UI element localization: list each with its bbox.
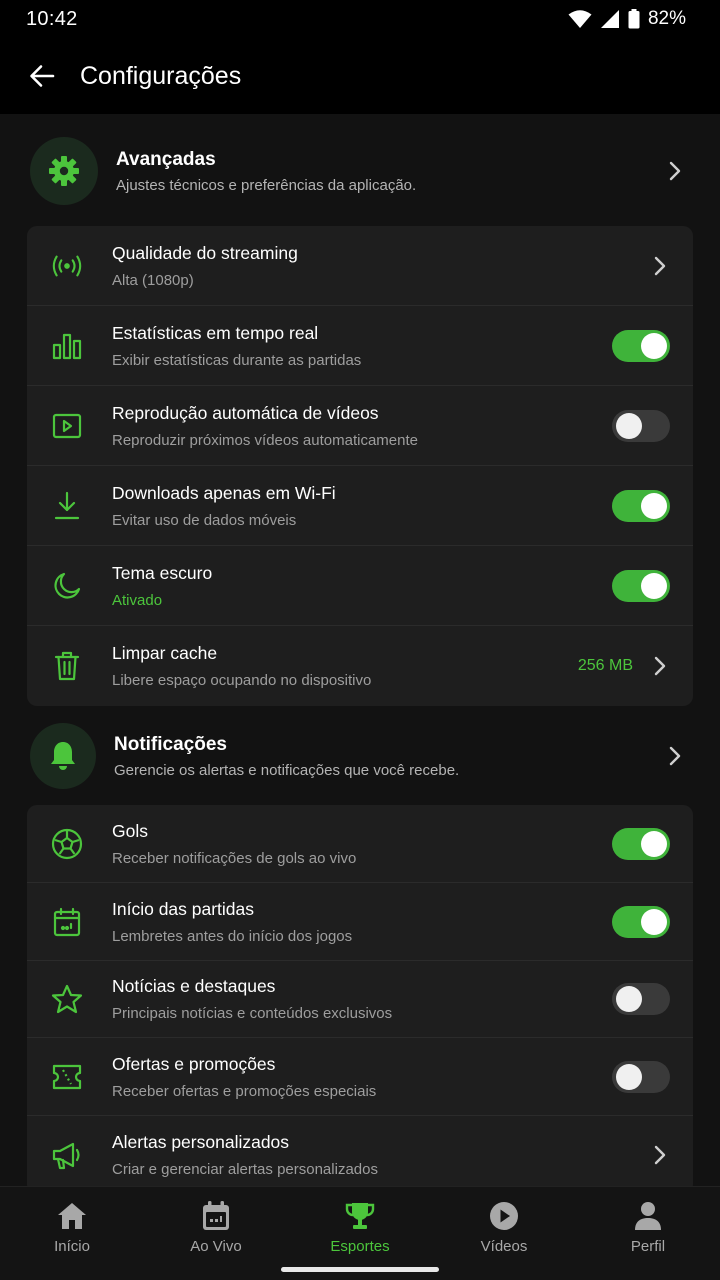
advanced-settings-card: Qualidade do streaming Alta (1080p) Esta… <box>27 226 693 706</box>
play-circle-icon <box>487 1199 521 1233</box>
row-subtitle: Evitar uso de dados móveis <box>112 511 297 529</box>
row-autoplay-videos[interactable]: Reprodução automática de vídeos Reproduz… <box>27 386 693 466</box>
status-icons: 82% <box>568 8 686 30</box>
ticket-icon <box>51 1061 83 1093</box>
section-notifications-subtitle: Gerencie os alertas e notificações que v… <box>114 761 460 779</box>
status-bar: 10:42 82% <box>0 0 720 38</box>
toggle-match-start[interactable] <box>612 905 670 938</box>
section-advanced-title: Avançadas <box>116 148 216 170</box>
row-match-start[interactable]: Início das partidas Lembretes antes do i… <box>27 883 693 961</box>
nav-home[interactable]: Início <box>0 1187 144 1280</box>
status-time: 10:42 <box>26 7 78 30</box>
person-icon <box>631 1199 665 1233</box>
row-title: Limpar cache <box>112 643 218 663</box>
row-title: Downloads apenas em Wi-Fi <box>112 482 336 503</box>
toggle-wifi-downloads[interactable] <box>612 489 670 522</box>
cache-size-value: 256 MB <box>577 657 633 674</box>
section-notifications-badge <box>30 723 96 789</box>
row-title: Início das partidas <box>112 898 255 919</box>
row-subtitle: Alta (1080p) <box>112 271 194 289</box>
row-subtitle: Criar e gerenciar alertas personalizados <box>112 1161 378 1178</box>
calendar-icon <box>51 906 83 938</box>
section-advanced-subtitle: Ajustes técnicos e preferências da aplic… <box>116 176 417 194</box>
section-advanced[interactable]: Avançadas Ajustes técnicos e preferência… <box>0 136 720 206</box>
nav-label: Início <box>54 1238 90 1255</box>
bottom-navigation: Início Ao Vivo Esportes Vídeos Perfil <box>0 1186 720 1280</box>
row-subtitle: Exibir estatísticas durante as partidas <box>112 351 362 369</box>
battery-level: 82% <box>647 8 686 29</box>
signal-icon <box>600 9 620 29</box>
back-button[interactable] <box>26 60 58 92</box>
nav-label: Esportes <box>330 1238 390 1255</box>
live-calendar-icon <box>199 1199 233 1233</box>
row-subtitle: Receber ofertas e promoções especiais <box>112 1082 377 1100</box>
settings-content[interactable]: Avançadas Ajustes técnicos e preferência… <box>0 114 720 1186</box>
row-wifi-downloads[interactable]: Downloads apenas em Wi-Fi Evitar uso de … <box>27 466 693 546</box>
notification-settings-card: Gols Receber notificações de gols ao viv… <box>27 805 693 1186</box>
soccer-ball-icon <box>51 828 83 860</box>
row-title: Qualidade do streaming <box>112 242 298 263</box>
trash-icon <box>51 650 83 682</box>
row-goals[interactable]: Gols Receber notificações de gols ao viv… <box>27 805 693 883</box>
nav-videos[interactable]: Vídeos <box>432 1187 576 1280</box>
row-subtitle: Ativado <box>112 591 163 609</box>
nav-label: Perfil <box>630 1238 666 1255</box>
toggle-autoplay-videos[interactable] <box>612 409 670 442</box>
nav-label: Ao Vivo <box>190 1238 242 1255</box>
row-realtime-stats[interactable]: Estatísticas em tempo real Exibir estatí… <box>27 306 693 386</box>
row-offers-promotions[interactable]: Ofertas e promoções Receber ofertas e pr… <box>27 1038 693 1116</box>
row-title: Gols <box>112 820 148 841</box>
nav-label: Vídeos <box>480 1238 528 1255</box>
nav-profile[interactable]: Perfil <box>576 1187 720 1280</box>
row-subtitle: Receber notificações de gols ao vivo <box>112 849 357 867</box>
row-news-highlights[interactable]: Notícias e destaques Principais notícias… <box>27 961 693 1038</box>
row-subtitle: Reproduzir próximos vídeos automaticamen… <box>112 431 418 449</box>
chevron-right-icon <box>669 746 681 766</box>
toggle-news-highlights[interactable] <box>612 983 670 1015</box>
toggle-dark-theme[interactable] <box>612 569 670 602</box>
toggle-offers-promotions[interactable] <box>612 1060 670 1093</box>
bell-icon <box>51 742 75 770</box>
section-advanced-badge <box>30 137 98 205</box>
app-bar: Configurações <box>0 38 720 114</box>
row-streaming-quality[interactable]: Qualidade do streaming Alta (1080p) <box>27 226 693 306</box>
page-title: Configurações <box>80 61 242 90</box>
star-icon <box>51 983 83 1015</box>
toggle-realtime-stats[interactable] <box>612 329 670 362</box>
row-clear-cache[interactable]: Limpar cache Libere espaço ocupando no d… <box>27 626 693 706</box>
home-icon <box>55 1199 89 1233</box>
toggle-goals[interactable] <box>612 827 670 860</box>
nav-live[interactable]: Ao Vivo <box>144 1187 288 1280</box>
row-title: Alertas personalizados <box>112 1132 290 1152</box>
megaphone-icon <box>51 1139 83 1171</box>
row-subtitle: Libere espaço ocupando no dispositivo <box>112 672 372 689</box>
battery-icon <box>628 9 640 29</box>
bar-chart-icon <box>51 330 83 362</box>
chevron-right-icon <box>654 256 666 275</box>
row-subtitle: Principais notícias e conteúdos exclusiv… <box>112 1005 393 1022</box>
section-notifications[interactable]: Notificações Gerencie os alertas e notif… <box>0 721 720 791</box>
chevron-right-icon <box>654 1145 666 1165</box>
video-play-icon <box>51 410 83 442</box>
gear-icon <box>49 156 79 186</box>
wifi-icon <box>568 9 592 29</box>
row-subtitle: Lembretes antes do início dos jogos <box>112 927 353 945</box>
row-title: Ofertas e promoções <box>112 1053 276 1074</box>
home-indicator[interactable] <box>281 1267 439 1272</box>
chevron-right-icon <box>654 656 666 676</box>
row-title: Estatísticas em tempo real <box>112 322 319 343</box>
row-title: Tema escuro <box>112 562 213 583</box>
arrow-left-icon <box>30 65 55 87</box>
broadcast-icon <box>51 250 83 282</box>
section-notifications-title: Notificações <box>114 733 227 755</box>
chevron-right-icon <box>669 161 681 181</box>
row-dark-theme[interactable]: Tema escuro Ativado <box>27 546 693 626</box>
row-title: Reprodução automática de vídeos <box>112 402 379 423</box>
trophy-icon <box>343 1199 377 1233</box>
download-icon <box>51 490 83 522</box>
row-custom-alerts[interactable]: Alertas personalizados Criar e gerenciar… <box>27 1116 693 1186</box>
moon-icon <box>51 570 83 602</box>
row-title: Notícias e destaques <box>112 976 276 996</box>
